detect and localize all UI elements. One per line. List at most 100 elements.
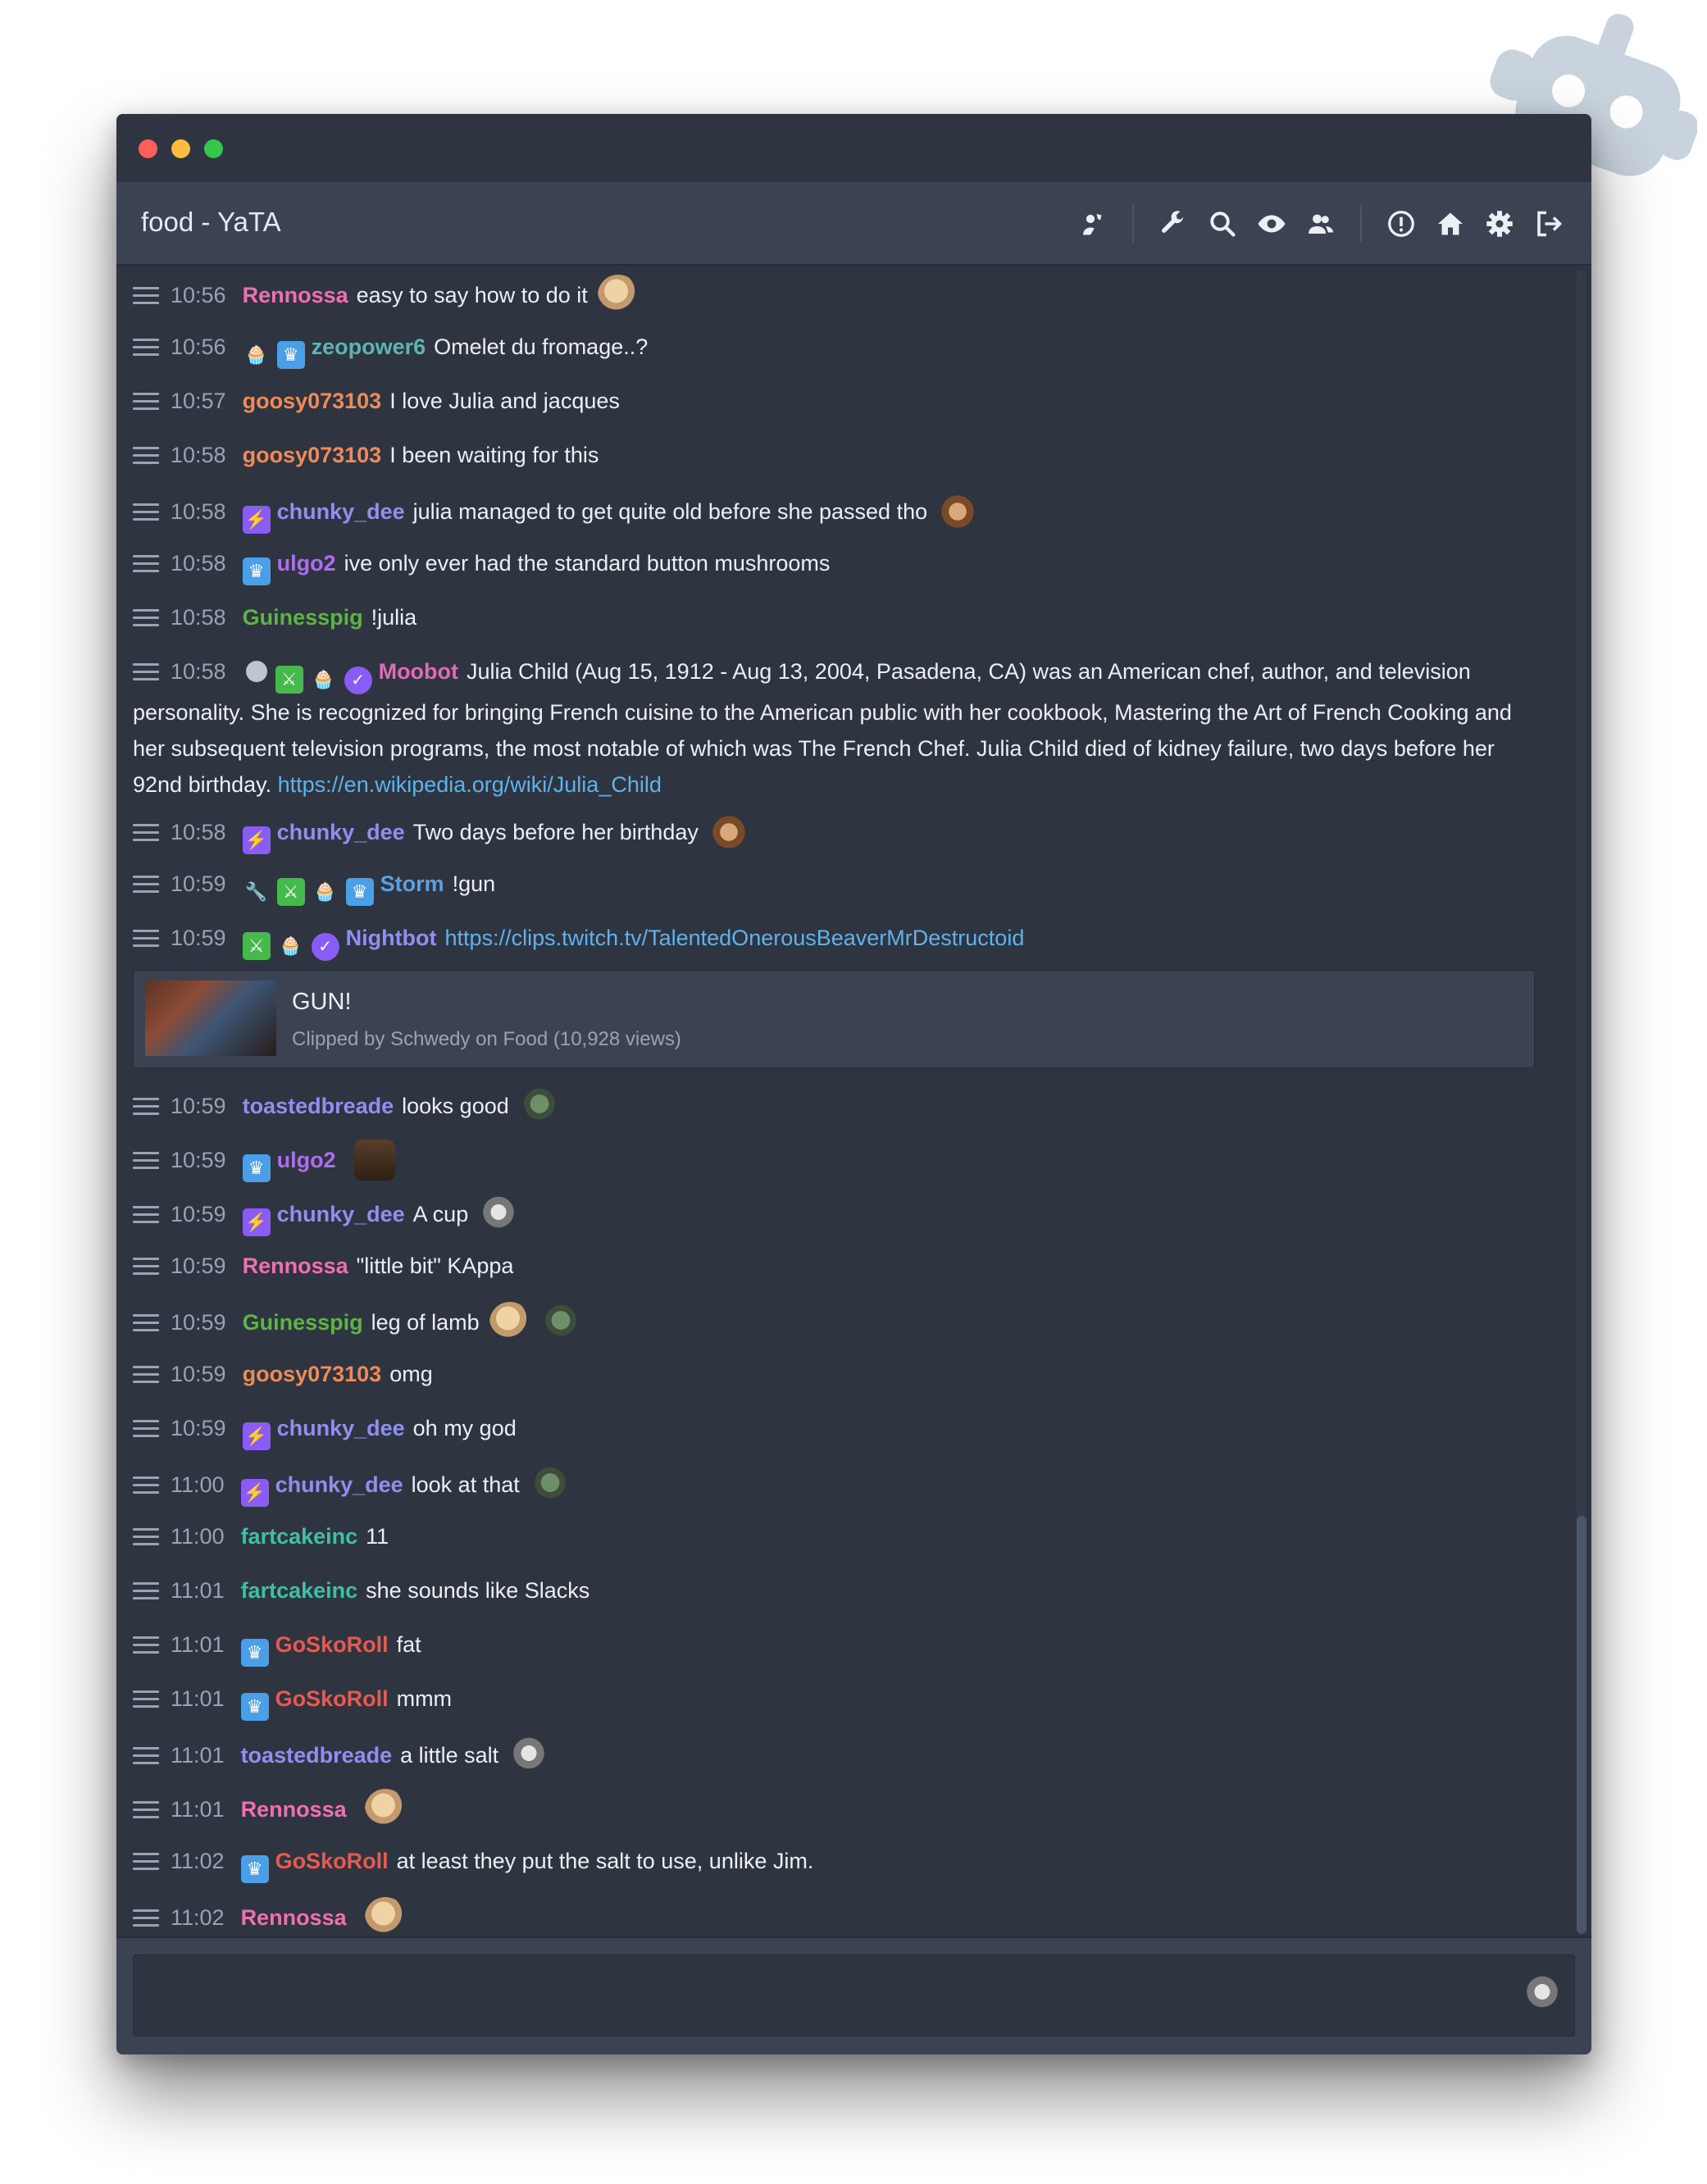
prime-badge-icon: ⚡ <box>242 506 271 534</box>
chat-message: 11:02 ♛ GoSkoRoll at least they put the sal… <box>116 1834 1576 1888</box>
message-username[interactable]: Guinesspig <box>243 1310 363 1335</box>
logout-icon[interactable] <box>1531 206 1567 242</box>
chat-message: 11:01 fartcakeinc she sounds like Slacks <box>116 1563 1576 1618</box>
message-username[interactable]: GoSkoRoll <box>275 1632 389 1657</box>
message-menu-icon[interactable] <box>133 1258 159 1276</box>
message-username[interactable]: Rennossa <box>241 1905 347 1930</box>
message-text: julia managed to get quite old before sh… <box>412 499 928 524</box>
message-menu-icon[interactable] <box>133 447 159 465</box>
message-menu-icon[interactable] <box>133 1528 159 1546</box>
user-mod-icon[interactable] <box>1075 206 1111 242</box>
maximize-window-button[interactable] <box>204 139 223 158</box>
gear-icon[interactable] <box>1482 206 1518 242</box>
header-toolbar <box>1062 205 1567 243</box>
users-icon[interactable] <box>1303 206 1339 242</box>
message-menu-icon[interactable] <box>133 824 159 842</box>
message-username[interactable]: goosy073103 <box>243 1362 382 1386</box>
message-username[interactable]: goosy073103 <box>243 389 382 413</box>
message-username[interactable]: fartcakeinc <box>241 1524 358 1549</box>
minimize-window-button[interactable] <box>171 139 190 158</box>
message-username[interactable]: fartcakeinc <box>241 1578 358 1603</box>
message-timestamp: 10:59 <box>171 1202 226 1226</box>
message-username[interactable]: zeopower6 <box>312 334 426 359</box>
message-menu-icon[interactable] <box>133 1747 159 1765</box>
emote-picker-icon[interactable] <box>1522 1973 1563 2014</box>
crown-badge-icon: ♛ <box>276 341 305 369</box>
message-menu-icon[interactable] <box>133 1206 159 1224</box>
message-text: a little salt <box>400 1743 499 1768</box>
crown-badge-icon: ♛ <box>240 1639 269 1667</box>
close-window-button[interactable] <box>139 139 157 158</box>
message-username[interactable]: Nightbot <box>346 926 437 950</box>
chat-input[interactable] <box>133 1954 1575 2036</box>
monkey-emote-icon <box>708 812 749 853</box>
message-menu-icon[interactable] <box>133 1690 159 1709</box>
message-username[interactable]: ulgo2 <box>277 551 336 576</box>
message-username[interactable]: Rennossa <box>241 1797 347 1822</box>
clip-thumbnail[interactable] <box>145 981 276 1056</box>
chat-message: 11:01 toastedbreade a little salt <box>116 1726 1576 1780</box>
prime-badge-icon: ⚡ <box>240 1479 269 1507</box>
clip-preview-card[interactable]: GUN! Clipped by Schwedy on Food (10,928 … <box>133 970 1535 1068</box>
message-link[interactable]: https://clips.twitch.tv/TalentedOnerousB… <box>445 926 1025 950</box>
message-text: she sounds like Slacks <box>366 1578 590 1603</box>
message-timestamp: 10:57 <box>171 389 226 413</box>
message-menu-icon[interactable] <box>133 876 159 894</box>
message-menu-icon[interactable] <box>133 555 159 573</box>
message-username[interactable]: chunky_dee <box>277 499 405 524</box>
message-menu-icon[interactable] <box>133 503 159 521</box>
message-username[interactable]: chunky_dee <box>277 1202 405 1226</box>
message-username[interactable]: chunky_dee <box>277 1416 405 1440</box>
message-menu-icon[interactable] <box>133 339 159 357</box>
message-username[interactable]: chunky_dee <box>277 820 405 844</box>
message-menu-icon[interactable] <box>133 1366 159 1384</box>
message-username[interactable]: GoSkoRoll <box>275 1686 389 1711</box>
chat-message: 10:58 ♛ ulgo2 ive only ever had the standar… <box>116 536 1576 590</box>
green-emote-icon <box>518 1085 560 1126</box>
message-menu-icon[interactable] <box>133 1314 159 1332</box>
message-username[interactable]: Rennossa <box>243 283 348 307</box>
search-icon[interactable] <box>1204 206 1240 242</box>
message-username[interactable]: toastedbreade <box>243 1094 394 1118</box>
message-timestamp: 10:59 <box>171 1148 226 1172</box>
scrollbar-thumb[interactable] <box>1577 1516 1586 1934</box>
chat-message: 10:58 goosy073103 I been waiting for this <box>116 428 1576 482</box>
message-menu-icon[interactable] <box>133 930 159 948</box>
message-menu-icon[interactable] <box>133 609 159 627</box>
alert-icon[interactable] <box>1383 206 1419 242</box>
message-menu-icon[interactable] <box>133 1152 159 1170</box>
message-menu-icon[interactable] <box>133 393 159 411</box>
message-text: !julia <box>371 605 417 630</box>
message-menu-icon[interactable] <box>133 663 159 681</box>
gray-emote-icon <box>478 1194 520 1235</box>
message-username[interactable]: toastedbreade <box>241 1743 393 1768</box>
clip-title: GUN! <box>292 989 352 1015</box>
wrench-badge-icon: 🔧 <box>244 881 268 902</box>
message-menu-icon[interactable] <box>133 1582 159 1600</box>
message-link[interactable]: https://en.wikipedia.org/wiki/Julia_Chil… <box>278 772 662 797</box>
message-menu-icon[interactable] <box>133 1853 159 1871</box>
green-emote-icon <box>539 1302 581 1343</box>
message-username[interactable]: GoSkoRoll <box>275 1849 389 1873</box>
message-list: 10:59 toastedbreade looks good 10:59 ♛ ulgo2 1… <box>116 1076 1576 1938</box>
message-menu-icon[interactable] <box>133 1476 159 1495</box>
message-username[interactable]: Guinesspig <box>243 605 363 630</box>
message-menu-icon[interactable] <box>133 1098 159 1116</box>
home-icon[interactable] <box>1432 206 1468 242</box>
message-username[interactable]: chunky_dee <box>275 1472 403 1497</box>
message-menu-icon[interactable] <box>133 1636 159 1654</box>
wrench-icon[interactable] <box>1155 206 1191 242</box>
message-username[interactable]: Moobot <box>379 659 458 684</box>
chat-message: 10:58 ⚡ chunky_dee julia managed to get qui… <box>116 482 1576 536</box>
message-menu-icon[interactable] <box>133 287 159 305</box>
message-username[interactable]: ulgo2 <box>277 1148 336 1172</box>
message-menu-icon[interactable] <box>133 1801 159 1819</box>
message-username[interactable]: Rennossa <box>243 1254 348 1278</box>
message-username[interactable]: Storm <box>380 871 444 896</box>
cupcake-badge-icon: 🧁 <box>313 881 337 902</box>
chat-message: 11:00 ⚡ chunky_dee look at that <box>116 1455 1576 1509</box>
message-username[interactable]: goosy073103 <box>243 443 382 467</box>
message-menu-icon[interactable] <box>133 1909 159 1927</box>
message-menu-icon[interactable] <box>133 1420 159 1438</box>
eye-icon[interactable] <box>1254 206 1290 242</box>
